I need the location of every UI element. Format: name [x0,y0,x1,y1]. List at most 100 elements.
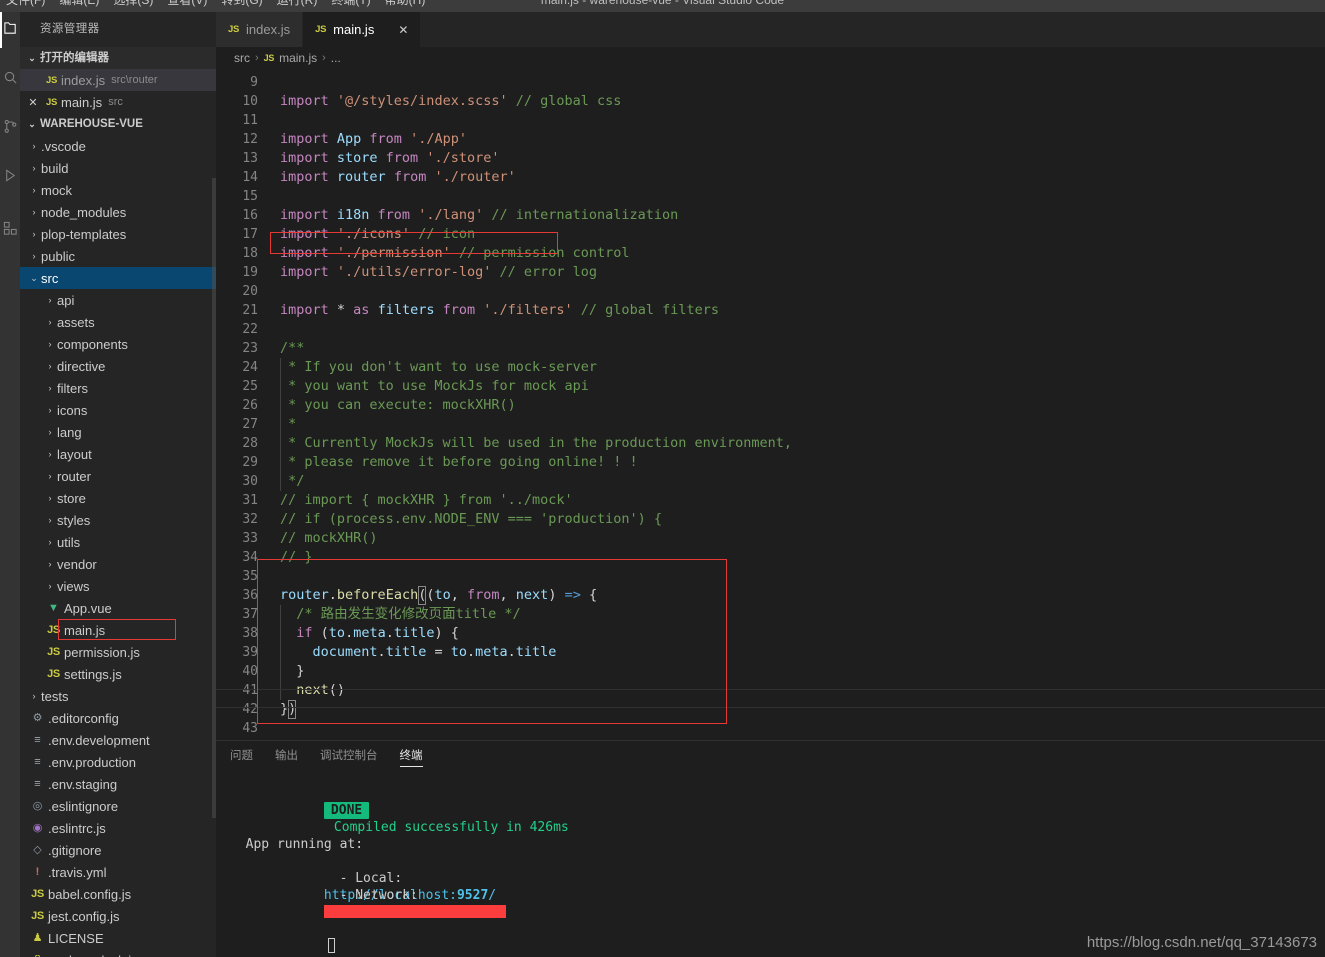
code-line: 13 import store from './store' [216,149,1325,168]
tree-file-gitignore[interactable]: ◇ .gitignore [20,839,216,861]
code-token: router [280,587,329,603]
tree-folder-vscode[interactable]: › .vscode [20,135,216,157]
menu-item-goto[interactable]: 转到(G) [221,0,262,6]
tab-bar-empty-space [421,12,1325,47]
open-editor-item-main-js[interactable]: ✕ JS main.js src [20,91,216,113]
code-token: if [296,625,313,641]
chevron-right-icon: › [48,316,52,327]
tree-file-jest-config-js[interactable]: JS jest.config.js [20,905,216,927]
gear-file-icon: ⚙ [32,711,43,724]
tree-file-permission-js[interactable]: JS permission.js [20,641,216,663]
tree-file-license[interactable]: ♟ LICENSE [20,927,216,949]
tree-file-env-development[interactable]: ≡ .env.development [20,729,216,751]
tree-folder-src[interactable]: ⌄ src [20,267,216,289]
tree-folder-assets[interactable]: › assets [20,311,216,333]
tree-folder-icons[interactable]: › icons [20,399,216,421]
tree-folder-layout[interactable]: › layout [20,443,216,465]
panel-tab-debug-console[interactable]: 调试控制台 [320,741,378,771]
tree-folder-lang[interactable]: › lang [20,421,216,443]
tab-main-js[interactable]: JS main.js ✕ [303,12,422,47]
code-token: './filters' [483,302,573,318]
tree-item-label: utils [57,534,81,550]
code-text: import * as filters from './filters' // … [280,301,719,320]
tab-index-js[interactable]: JS index.js [216,12,304,47]
tree-folder-mock[interactable]: › mock [20,179,216,201]
tree-file-babel-config-js[interactable]: JS babel.config.js [20,883,216,905]
tree-file-settings-js[interactable]: JS settings.js [20,663,216,685]
tree-folder-tests[interactable]: › tests [20,685,216,707]
search-icon[interactable] [0,57,20,97]
tree-item-label: .env.development [48,732,150,748]
line-number: 24 [242,360,258,375]
code-token: import [280,302,337,318]
chevron-right-icon: › [32,184,36,195]
tree-file-env-production[interactable]: ≡ .env.production [20,751,216,773]
code-text: /* 路由发生变化修改页面title */ [280,605,521,624]
breadcrumb-symbol[interactable]: ... [331,51,341,65]
breadcrumb-file[interactable]: main.js [279,51,317,65]
tree-file-editorconfig[interactable]: ⚙ .editorconfig [20,707,216,729]
code-editor[interactable]: 9 10 import '@/styles/index.scss' // globa… [216,69,1325,740]
tree-file-main-js[interactable]: JS main.js [20,619,216,641]
tree-folder-store[interactable]: › store [20,487,216,509]
tree-folder-build[interactable]: › build [20,157,216,179]
chevron-right-icon: › [48,580,52,591]
code-token: './icons' [336,226,411,242]
open-editor-item-index-js[interactable]: JS index.js src\router [20,69,216,91]
done-badge: DONE [323,802,370,819]
source-control-icon[interactable] [0,106,20,146]
menu-item-terminal[interactable]: 终端(T) [331,0,370,6]
line-number: 36 [242,588,258,603]
tree-folder-directive[interactable]: › directive [20,355,216,377]
open-editors-header[interactable]: ⌄ 打开的编辑器 [20,47,216,69]
close-icon[interactable]: ✕ [24,96,42,109]
project-root-header[interactable]: ⌄ WAREHOUSE-VUE [20,113,216,135]
editor-scrollbar[interactable] [1321,69,1325,740]
menu-bar[interactable]: 文件(F) 编辑(E) 选择(S) 查看(V) 转到(G) 运行(R) 终端(T… [0,0,425,6]
explorer-icon[interactable] [0,12,20,48]
code-text: import '@/styles/index.scss' // global c… [280,92,621,111]
tree-folder-api[interactable]: › api [20,289,216,311]
run-debug-icon[interactable] [0,155,20,195]
code-text: * Currently MockJs will be used in the p… [280,434,792,453]
tree-item-label: .eslintignore [48,798,119,814]
tree-folder-styles[interactable]: › styles [20,509,216,531]
tree-file-env-staging[interactable]: ≡ .env.staging [20,773,216,795]
tree-folder-utils[interactable]: › utils [20,531,216,553]
tree-folder-vendor[interactable]: › vendor [20,553,216,575]
tree-folder-filters[interactable]: › filters [20,377,216,399]
menu-item-run[interactable]: 运行(R) [277,0,318,6]
extensions-icon[interactable] [0,208,20,248]
code-token: store [336,150,378,166]
tree-file-eslintignore[interactable]: ◎ .eslintignore [20,795,216,817]
code-token: import [280,207,337,223]
code-line: 40 } [216,662,1325,681]
code-token: './App' [410,131,467,147]
tree-file-travis-yml[interactable]: ! .travis.yml [20,861,216,883]
tree-file-eslintrc-js[interactable]: ◉ .eslintrc.js [20,817,216,839]
close-icon[interactable]: ✕ [398,23,408,37]
tree-folder-router[interactable]: › router [20,465,216,487]
tree-folder-node-modules[interactable]: › node_modules [20,201,216,223]
line-number: 9 [250,75,258,90]
tab-label: main.js [333,22,375,37]
panel-tab-terminal[interactable]: 终端 [399,741,423,771]
menu-item-file[interactable]: 文件(F) [6,0,45,6]
menu-item-edit[interactable]: 编辑(E) [59,0,99,6]
tree-folder-plop-templates[interactable]: › plop-templates [20,223,216,245]
tree-folder-public[interactable]: › public [20,245,216,267]
chevron-right-icon: › [48,360,52,371]
tree-file-package-lock-json[interactable]: {}package-lock.json [20,949,216,957]
panel-tab-problems[interactable]: 问题 [230,741,253,771]
tree-folder-views[interactable]: › views [20,575,216,597]
line-number: 29 [242,455,258,470]
tree-item-label: plop-templates [41,226,127,242]
menu-item-help[interactable]: 帮助(H) [385,0,426,6]
menu-item-select[interactable]: 选择(S) [113,0,153,6]
breadcrumb-folder[interactable]: src [234,51,250,65]
menu-item-view[interactable]: 查看(V) [167,0,207,6]
terminal-output[interactable]: DONE Compiled successfully in 426ms App … [216,771,1325,957]
panel-tab-output[interactable]: 输出 [275,741,298,771]
tree-folder-components[interactable]: › components [20,333,216,355]
tree-file-app-vue[interactable]: ▼ App.vue [20,597,216,619]
